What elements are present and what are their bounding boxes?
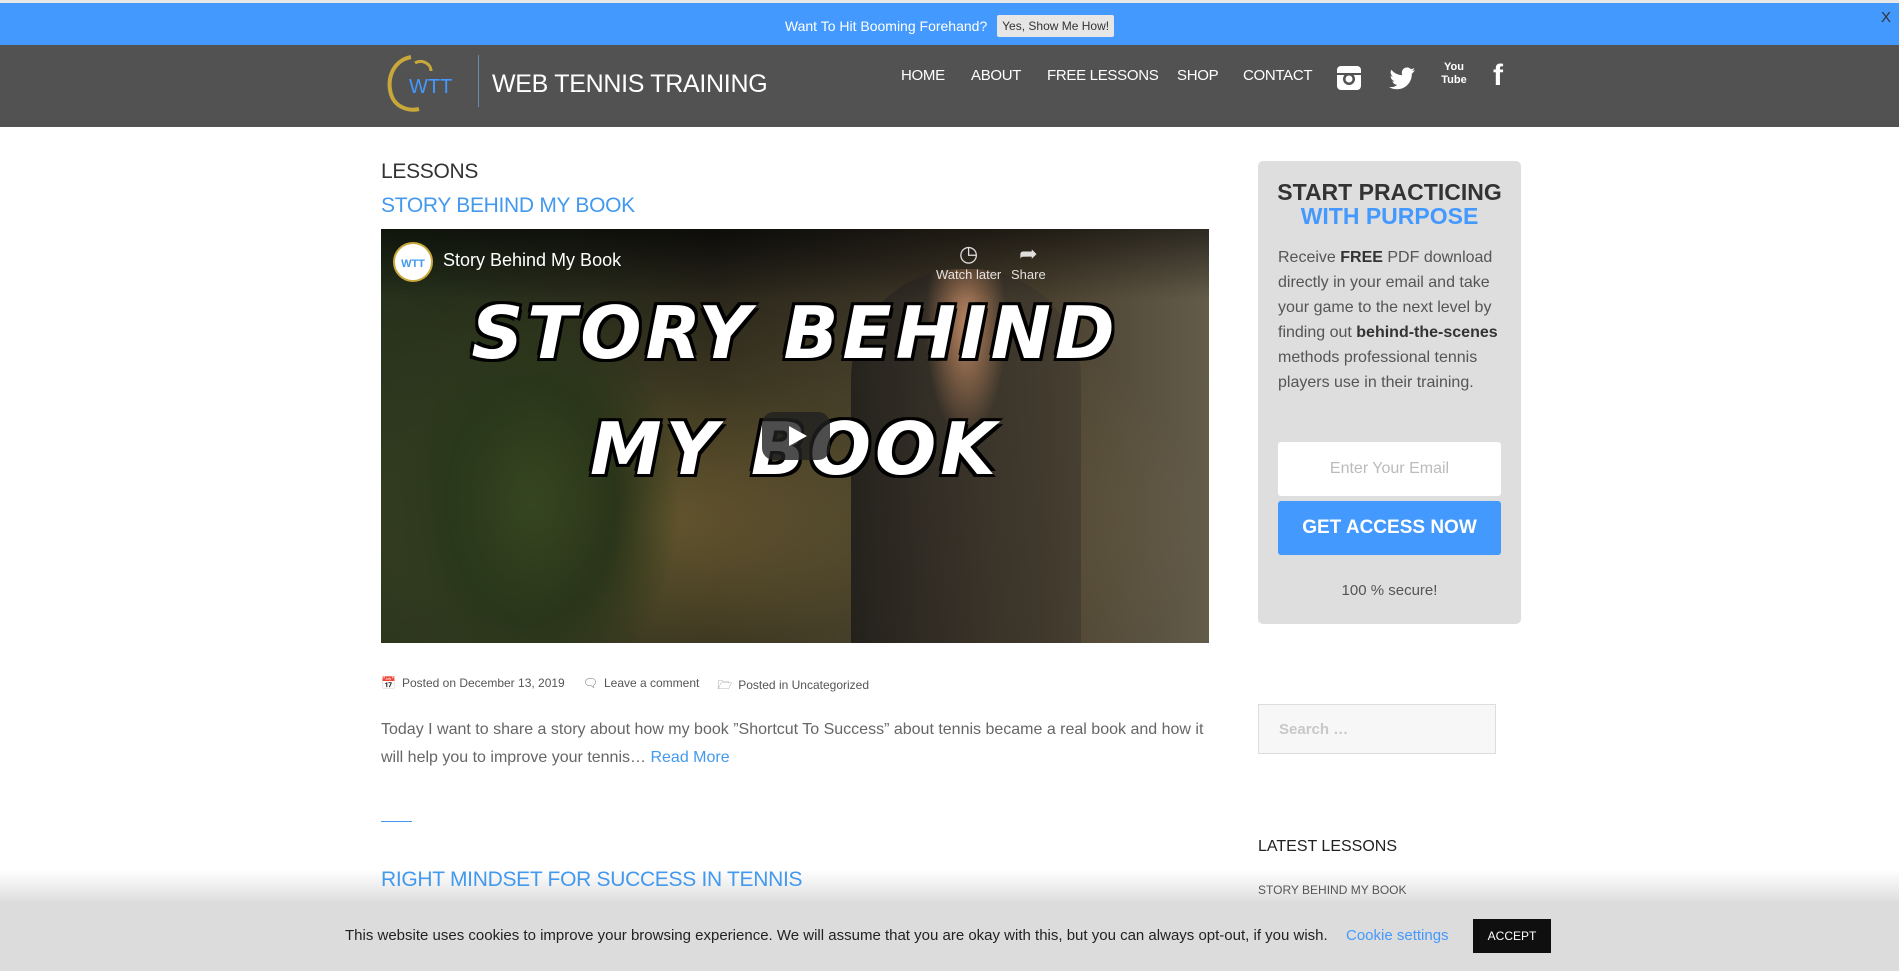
svg-text:WTT: WTT: [409, 76, 452, 98]
optin-text: methods professional tennis players use …: [1278, 349, 1478, 391]
comment-link-text[interactable]: Leave a comment: [604, 676, 699, 690]
site-title[interactable]: WEB TENNIS TRAINING: [492, 70, 768, 99]
latest-lessons-heading: LATEST LESSONS: [1258, 838, 1398, 855]
thumbnail-text-line1: STORY BEHIND: [471, 291, 1119, 375]
section-heading: LESSONS: [381, 160, 479, 183]
nav-free-lessons[interactable]: FREE LESSONS: [1047, 67, 1159, 84]
share-button[interactable]: ➦ Share: [1011, 241, 1046, 282]
latest-lesson-link[interactable]: STORY BEHIND MY BOOK: [1258, 883, 1407, 897]
share-label: Share: [1011, 267, 1046, 282]
optin-description: Receive FREE PDF download directly in yo…: [1278, 245, 1504, 395]
email-input[interactable]: [1278, 442, 1501, 496]
optin-text-bold: FREE: [1340, 249, 1383, 266]
nav-shop[interactable]: SHOP: [1177, 67, 1219, 84]
promo-bar: Want To Hit Booming Forehand? Yes, Show …: [0, 0, 1899, 45]
facebook-icon[interactable]: f: [1493, 59, 1503, 93]
post-date: 📅 Posted on December 13, 2019: [381, 676, 565, 697]
cookie-text: This website uses cookies to improve you…: [345, 927, 1328, 944]
site-header: WTT WEB TENNIS TRAINING HOME ABOUT FREE …: [0, 45, 1899, 127]
calendar-icon: 📅: [381, 676, 396, 690]
nav-about[interactable]: ABOUT: [971, 67, 1021, 84]
comment-link[interactable]: 🗨 Leave a comment: [583, 676, 700, 697]
watch-later-label: Watch later: [936, 267, 1002, 282]
share-icon: ➦: [1019, 241, 1038, 266]
watch-later-button[interactable]: ◷ Watch later: [936, 241, 1001, 282]
optin-text-bold: behind-the-scenes: [1356, 324, 1498, 341]
optin-heading: START PRACTICING: [1277, 179, 1502, 205]
nav-contact[interactable]: CONTACT: [1243, 67, 1313, 84]
post-excerpt: Today I want to share a story about how …: [381, 716, 1209, 772]
comments-icon: 🗨: [582, 676, 598, 690]
optin-widget: START PRACTICING WITH PURPOSE Receive FR…: [1258, 161, 1521, 624]
get-access-button[interactable]: GET ACCESS NOW: [1278, 501, 1501, 555]
close-icon[interactable]: X: [1881, 9, 1891, 26]
search-input[interactable]: [1258, 704, 1496, 754]
optin-text: Receive: [1278, 249, 1341, 266]
post-date-text: Posted on December 13, 2019: [401, 676, 565, 690]
clock-icon: ◷: [959, 241, 979, 266]
accept-button[interactable]: ACCEPT: [1473, 919, 1551, 953]
optin-subheading: WITH PURPOSE: [1300, 203, 1479, 229]
cookie-settings-link[interactable]: Cookie settings: [1346, 927, 1449, 944]
nav-home[interactable]: HOME: [901, 67, 945, 84]
post-category-text[interactable]: Posted in Uncategorized: [738, 678, 869, 692]
logo[interactable]: WTT: [381, 53, 471, 113]
secure-note: 100 % secure!: [1341, 582, 1438, 599]
cookie-banner: This website uses cookies to improve you…: [0, 902, 1899, 971]
video-embed[interactable]: WTT Story Behind My Book ◷ Watch later ➦…: [381, 229, 1209, 643]
folder-icon: 🗁: [717, 678, 733, 692]
promo-content: Want To Hit Booming Forehand? Yes, Show …: [0, 15, 1899, 37]
play-button[interactable]: [762, 412, 830, 460]
promo-text: Want To Hit Booming Forehand?: [784, 18, 988, 34]
post-meta: 📅 Posted on December 13, 2019 🗨 Leave a co…: [381, 676, 869, 697]
post-title-link[interactable]: STORY BEHIND MY BOOK: [381, 194, 635, 218]
logo-divider: [478, 55, 479, 107]
video-title[interactable]: Story Behind My Book: [443, 250, 621, 271]
youtube-icon[interactable]: You Tube: [1441, 61, 1467, 87]
post-separator: [381, 821, 412, 822]
post-category[interactable]: 🗁 Posted in Uncategorized: [717, 676, 869, 697]
channel-logo[interactable]: WTT: [393, 242, 433, 282]
instagram-icon[interactable]: [1336, 65, 1362, 91]
excerpt-text: Today I want to share a story about how …: [381, 721, 1204, 766]
twitter-icon[interactable]: [1388, 67, 1416, 91]
next-post-title-link[interactable]: RIGHT MINDSET FOR SUCCESS IN TENNIS: [381, 868, 803, 892]
cookie-shadow: [0, 870, 1899, 902]
promo-button[interactable]: Yes, Show Me How!: [997, 15, 1115, 37]
read-more-link[interactable]: Read More: [650, 749, 729, 766]
